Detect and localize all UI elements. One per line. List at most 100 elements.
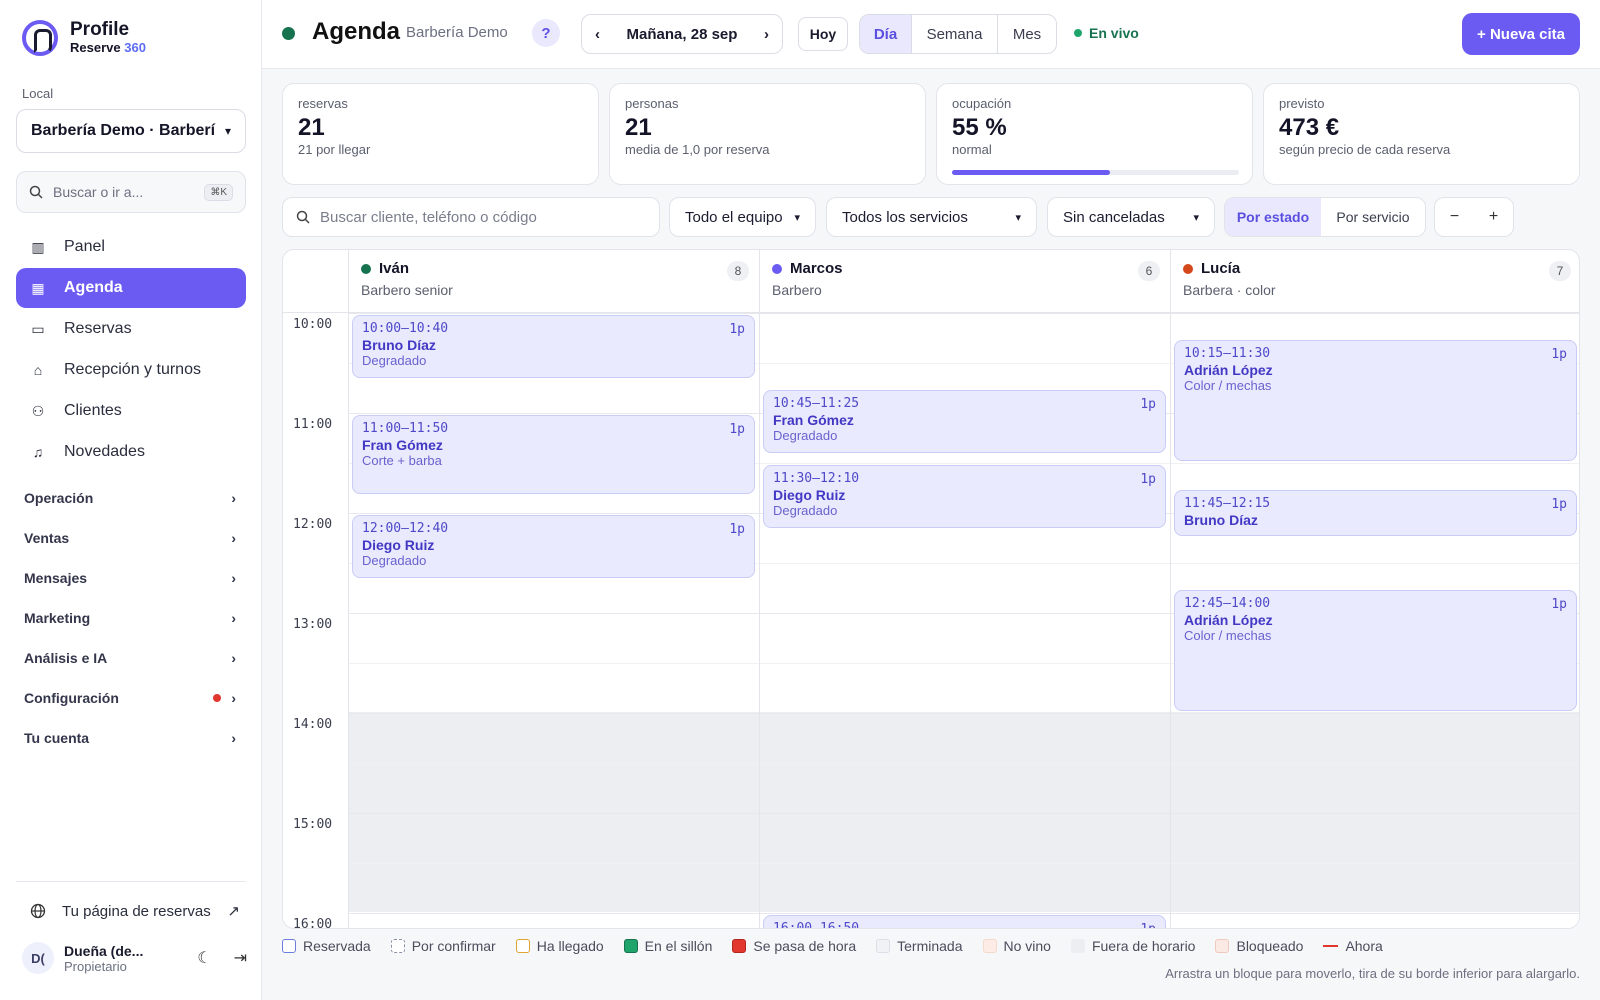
legend-item: Ahora [1323,938,1383,954]
zoom-out-button[interactable]: − [1435,198,1474,236]
view-tab-2[interactable]: Mes [998,15,1056,53]
legend-item: Terminada [876,938,963,954]
appointment-block[interactable]: 10:00–10:40 1p Bruno Díaz Degradado [352,315,755,378]
sidebar-group-3[interactable]: Marketing › [16,598,246,638]
staff-name: Lucía [1201,260,1241,277]
staff-role: Barbero [772,282,822,298]
services-select[interactable]: Todos los servicios ▾ [826,197,1037,237]
public-booking-link[interactable]: Tu página de reservas ↗ [30,902,240,920]
staff-column-header[interactable]: Iván Barbero senior 8 [348,250,759,313]
legend-label: En el sillón [644,938,713,954]
staff-column-header[interactable]: Marcos Barbero 6 [759,250,1170,313]
sidebar-item-4[interactable]: ⚇ Clientes [16,391,246,431]
sidebar-group-1[interactable]: Ventas › [16,518,246,558]
legend-label: Ahora [1345,938,1383,954]
stat-sub: 21 por llegar [298,142,371,157]
group-right: › [231,730,236,746]
appointment-block[interactable]: 10:15–11:30 1p Adrián López Color / mechas [1174,340,1577,461]
chevron-down-icon: ▾ [1193,211,1199,224]
appointment-party-size: 1p [729,422,745,437]
sidebar-item-2[interactable]: ▭ Reservas [16,309,246,349]
public-link-label: Tu página de reservas [62,902,211,920]
brand[interactable]: Profile Reserve 360 [22,20,146,56]
legend-label: Terminada [897,938,963,954]
bell-icon: ♫ [32,444,44,460]
column-divider [348,313,349,928]
stat-card: personas 21 media de 1,0 por reserva [609,83,926,185]
staff-column-header[interactable]: Lucía Barbera · color 7 [1170,250,1579,313]
stat-card: previsto 473 € según precio de cada reserv… [1263,83,1580,185]
legend-item: Bloqueado [1215,938,1303,954]
now-line-swatch [1323,945,1339,947]
view-tab-0[interactable]: Día [860,15,912,53]
sidebar-group-label: Tu cuenta [24,730,90,746]
next-day-button[interactable]: › [764,26,769,43]
stat-card: ocupación 55 % normal [936,83,1253,185]
color-by-service-button[interactable]: Por servicio [1321,198,1425,236]
sidebar-item-5[interactable]: ♫ Novedades [16,432,246,472]
appointment-block[interactable]: 16:00–16:50 1p [763,915,1166,928]
sidebar-search-placeholder: Buscar o ir a... [53,184,144,200]
new-appointment-button[interactable]: + Nueva cita [1462,13,1580,55]
logout-icon[interactable]: ⇥ [234,948,247,968]
today-button[interactable]: Hoy [798,17,848,51]
current-date[interactable]: Mañana, 28 sep [627,26,738,43]
appointment-block[interactable]: 12:45–14:00 1p Adrián López Color / mechas [1174,590,1577,711]
help-button[interactable]: ? [532,19,560,47]
column-divider [759,313,760,928]
client-search-input[interactable]: Buscar cliente, teléfono o código [282,197,660,237]
appointment-client: Fran Gómez [362,437,443,453]
sidebar-item-1[interactable]: ▦ Agenda [16,268,246,308]
cancel-filter-select[interactable]: Sin canceladas ▾ [1047,197,1215,237]
appointment-block[interactable]: 11:30–12:10 1p Diego Ruiz Degradado [763,465,1166,528]
view-tab-1[interactable]: Semana [912,15,998,53]
sidebar-item-3[interactable]: ⌂ Recepción y turnos [16,350,246,390]
legend-label: No vino [1003,938,1051,954]
stat-label: ocupación [952,96,1012,111]
appointment-service: Degradado [362,553,427,568]
sidebar-group-label: Mensajes [24,570,88,586]
sidebar-group-0[interactable]: Operación › [16,478,246,518]
sidebar-search-input[interactable]: Buscar o ir a... ⌘K [16,171,246,213]
zoom-in-button[interactable]: + [1474,198,1513,236]
appointment-party-size: 1p [729,322,745,337]
half-hour-gridline [348,763,1579,764]
appointment-time: 10:00–10:40 [362,321,449,336]
sidebar-group-2[interactable]: Mensajes › [16,558,246,598]
legend-swatch [282,939,296,953]
sidebar-group-4[interactable]: Análisis e IA › [16,638,246,678]
time-label: 11:00 [293,417,333,432]
user-profile[interactable]: D( Dueña (de... Propietario ☾ ⇥ [22,942,247,974]
hour-gridline [348,313,1579,314]
legend-label: Se pasa de hora [753,938,857,954]
sidebar-group-5[interactable]: Configuración › [16,678,246,718]
alert-dot [213,694,222,702]
appointment-service: Degradado [773,503,838,518]
appointment-service: Color / mechas [1184,378,1272,393]
legend-label: Por confirmar [411,938,496,954]
sidebar-groups: Operación › Ventas › Mensajes › Marketing › Anál… [16,478,246,758]
moon-icon[interactable]: ☾ [197,948,211,968]
time-label: 15:00 [293,817,333,832]
legend-item: En el sillón [623,938,713,954]
brand-name: Profile [70,19,130,40]
appointment-party-size: 1p [1140,472,1156,487]
chevron-right-icon: › [231,690,236,706]
sidebar-item-0[interactable]: ▥ Panel [16,227,246,267]
appointment-party-size: 1p [1551,347,1567,362]
appointment-service: Corte + barba [362,453,442,468]
appointment-block[interactable]: 11:00–11:50 1p Fran Gómez Corte + barba [352,415,755,495]
cancel-filter-value: Sin canceladas [1063,208,1165,226]
sidebar-divider [16,881,246,882]
team-select[interactable]: Todo el equipo ▾ [669,197,816,237]
sidebar-group-6[interactable]: Tu cuenta › [16,718,246,758]
appointment-time: 12:45–14:00 [1184,596,1271,611]
appointment-block[interactable]: 12:00–12:40 1p Diego Ruiz Degradado [352,515,755,578]
live-label: En vivo [1089,25,1139,41]
color-by-status-button[interactable]: Por estado [1225,198,1321,236]
local-select[interactable]: Barbería Demo · Barberí ▾ [16,109,246,153]
prev-day-button[interactable]: ‹ [595,26,600,43]
appointment-block[interactable]: 10:45–11:25 1p Fran Gómez Degradado [763,390,1166,453]
appointment-block[interactable]: 11:45–12:15 1p Bruno Díaz [1174,490,1577,536]
appointment-count-badge: 8 [727,261,749,281]
